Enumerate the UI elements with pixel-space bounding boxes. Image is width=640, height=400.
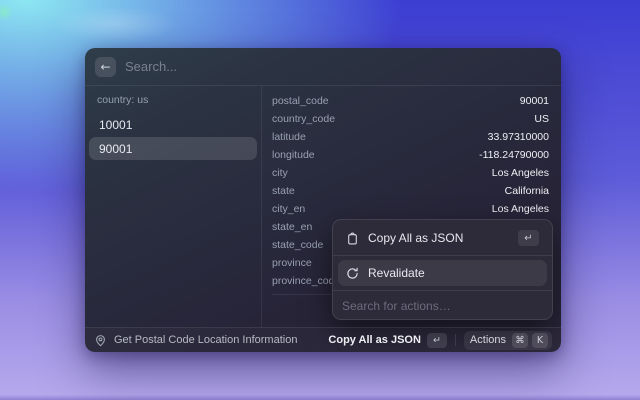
metadata-label: longitude <box>272 149 315 161</box>
metadata-value: 33.97310000 <box>488 131 549 143</box>
cmd-key-badge: ⌘ <box>512 333 528 348</box>
enter-key-badge: ↵ <box>518 230 539 246</box>
launcher-window: ← country: us 10001 90001 postal_code 90… <box>85 48 561 352</box>
metadata-row: postal_code 90001 <box>272 92 549 110</box>
actions-search-input[interactable] <box>342 299 543 313</box>
metadata-value: Los Angeles <box>492 203 549 215</box>
metadata-row: longitude -118.24790000 <box>272 146 549 164</box>
metadata-label: city <box>272 167 288 179</box>
actions-popup: Copy All as JSON ↵ Revalidate <box>332 219 553 320</box>
metadata-value: Los Angeles <box>492 167 549 179</box>
action-label: Copy All as JSON <box>368 231 509 245</box>
metadata-label: state <box>272 185 295 197</box>
metadata-label: province_code <box>272 275 340 287</box>
metadata-label: latitude <box>272 131 306 143</box>
status-bar: Get Postal Code Location Information Cop… <box>85 327 561 352</box>
metadata-value: -118.24790000 <box>479 149 549 161</box>
metadata-value: US <box>534 113 549 125</box>
metadata-value: 90001 <box>520 95 549 107</box>
action-item-revalidate[interactable]: Revalidate <box>338 260 547 286</box>
metadata-row: city_en Los Angeles <box>272 200 549 218</box>
primary-action-button[interactable]: Copy All as JSON <box>328 334 421 346</box>
revalidate-icon <box>346 267 359 280</box>
actions-button[interactable]: Actions ⌘ K <box>464 331 552 350</box>
enter-key-badge: ↵ <box>427 333 447 348</box>
back-button[interactable]: ← <box>95 57 116 77</box>
popup-divider <box>333 290 552 291</box>
metadata-label: country_code <box>272 113 335 125</box>
action-item-copy-all-as-json[interactable]: Copy All as JSON ↵ <box>338 225 547 251</box>
location-pin-icon <box>94 334 107 347</box>
metadata-label: province <box>272 257 312 269</box>
metadata-row: country_code US <box>272 110 549 128</box>
k-key-badge: K <box>532 333 548 348</box>
metadata-row: latitude 33.97310000 <box>272 128 549 146</box>
filter-label: country: us <box>85 89 261 112</box>
result-list: country: us 10001 90001 <box>85 86 262 327</box>
search-input[interactable] <box>125 59 551 74</box>
metadata-label: state_code <box>272 239 323 251</box>
list-item-selected[interactable]: 90001 <box>89 137 257 160</box>
metadata-row: city Los Angeles <box>272 164 549 182</box>
metadata-label: city_en <box>272 203 305 215</box>
action-label: Revalidate <box>368 266 539 280</box>
metadata-row: state California <box>272 182 549 200</box>
search-bar: ← <box>85 48 561 86</box>
list-item[interactable]: 10001 <box>89 113 257 136</box>
actions-button-label: Actions <box>468 334 508 346</box>
status-divider <box>455 334 456 346</box>
popup-divider <box>333 255 552 256</box>
status-bar-right: Copy All as JSON ↵ Actions ⌘ K <box>328 331 552 350</box>
metadata-label: postal_code <box>272 95 329 107</box>
actions-search <box>338 295 547 319</box>
command-title: Get Postal Code Location Information <box>114 334 297 346</box>
clipboard-icon <box>346 232 359 245</box>
metadata-value: California <box>505 185 549 197</box>
metadata-label: state_en <box>272 221 312 233</box>
